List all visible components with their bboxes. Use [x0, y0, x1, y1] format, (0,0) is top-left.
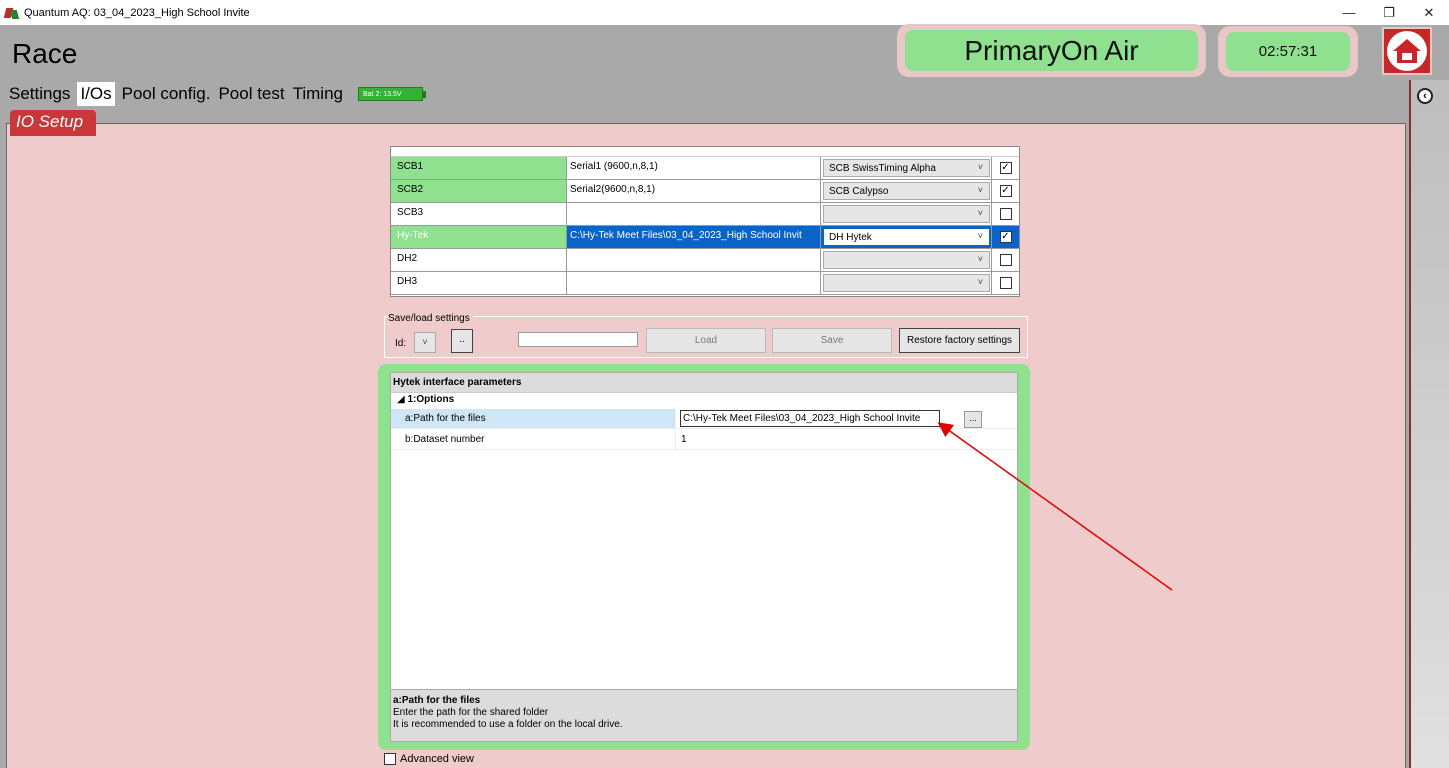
advanced-view-label: Advanced view	[400, 753, 474, 765]
device-select[interactable]: ˅	[823, 205, 990, 223]
property-value[interactable]: 1	[676, 430, 1017, 449]
chevron-down-icon: ˅	[977, 231, 983, 241]
property-grid-title: Hytek interface parameters	[391, 373, 1017, 393]
io-path[interactable]: Serial2(9600,n,8,1)	[567, 180, 821, 202]
io-name: Hy-Tek	[391, 226, 567, 248]
description-line: Enter the path for the shared folder	[393, 707, 549, 718]
io-name: DH3	[391, 272, 567, 294]
io-name: SCB2	[391, 180, 567, 202]
property-description: a:Path for the files Enter the path for …	[391, 689, 1017, 741]
property-key: a:Path for the files	[391, 409, 676, 428]
chevron-down-icon: ˅	[977, 277, 983, 287]
maximize-button[interactable]: ❐	[1369, 0, 1409, 25]
clock-time: 02:57:31	[1226, 32, 1350, 71]
window-controls: — ❐ ✕	[1329, 0, 1449, 25]
tab-pool-test[interactable]: Pool test	[217, 82, 285, 106]
main-tabs: Settings I/Os Pool config. Pool test Tim…	[8, 80, 426, 108]
chevron-down-icon: ˅	[977, 162, 983, 172]
property-value: C:\Hy-Tek Meet Files\03_04_2023_High Sch…	[676, 409, 1017, 428]
tab-ios[interactable]: I/Os	[77, 82, 115, 106]
window-title: Quantum AQ: 03_04_2023_High School Invit…	[24, 6, 250, 19]
enable-checkbox[interactable]: ✓	[999, 162, 1012, 174]
save-button[interactable]: Save	[772, 328, 892, 353]
minimize-button[interactable]: —	[1329, 0, 1369, 25]
io-path[interactable]: C:\Hy-Tek Meet Files\03_04_2023_High Sch…	[567, 226, 821, 248]
window-titlebar: Quantum AQ: 03_04_2023_High School Invit…	[0, 0, 1449, 25]
device-select[interactable]: SCB Calypso ˅	[823, 182, 990, 200]
device-select[interactable]: SCB SwissTiming Alpha ˅	[823, 159, 990, 177]
tab-settings[interactable]: Settings	[8, 82, 71, 106]
description-line: It is recommended to use a folder on the…	[393, 719, 623, 730]
id-label: Id:	[395, 338, 407, 349]
hytek-panel: Hytek interface parameters ◢ 1:Options a…	[378, 364, 1030, 750]
description-title: a:Path for the files	[393, 695, 481, 706]
browse-button[interactable]: ...	[964, 411, 982, 428]
enable-checkbox[interactable]: ✓	[999, 231, 1012, 243]
load-button[interactable]: Load	[646, 328, 766, 353]
enable-checkbox[interactable]	[999, 254, 1012, 266]
table-row[interactable]: Hy-Tek C:\Hy-Tek Meet Files\03_04_2023_H…	[391, 226, 1019, 249]
saveload-group: Save/load settings Id: ˅ .. Load Save Re…	[384, 313, 1028, 358]
io-path[interactable]	[567, 249, 821, 271]
onair-status: PrimaryOn Air	[897, 24, 1206, 77]
io-path[interactable]	[567, 203, 821, 225]
home-icon	[1387, 31, 1427, 71]
onair-label: PrimaryOn Air	[905, 30, 1198, 71]
io-name: SCB3	[391, 203, 567, 225]
section-title: IO Setup	[10, 110, 96, 136]
io-path[interactable]: Serial1 (9600,n,8,1)	[567, 157, 821, 179]
id-browse-button[interactable]: ..	[451, 329, 473, 353]
property-row[interactable]: a:Path for the files C:\Hy-Tek Meet File…	[391, 409, 1017, 429]
table-header	[391, 147, 1019, 157]
table-row[interactable]: DH2 ˅	[391, 249, 1019, 272]
io-name: SCB1	[391, 157, 567, 179]
right-sidebar: ‹	[1409, 80, 1449, 768]
path-input[interactable]: C:\Hy-Tek Meet Files\03_04_2023_High Sch…	[680, 410, 940, 427]
io-table: SCB1 Serial1 (9600,n,8,1) SCB SwissTimin…	[390, 146, 1020, 297]
battery-indicator: Bat 2: 13.5V	[358, 87, 426, 101]
io-path[interactable]	[567, 272, 821, 294]
table-row[interactable]: DH3 ˅	[391, 272, 1019, 295]
property-grid: Hytek interface parameters ◢ 1:Options a…	[390, 372, 1018, 742]
category-options[interactable]: ◢ 1:Options	[391, 393, 1017, 407]
settings-name-input[interactable]	[518, 332, 638, 347]
chevron-down-icon: ˅	[977, 185, 983, 195]
io-name: DH2	[391, 249, 567, 271]
device-select[interactable]: ˅	[823, 251, 990, 269]
device-select[interactable]: DH Hytek ˅	[823, 228, 990, 246]
saveload-label: Save/load settings	[388, 313, 473, 324]
chevron-down-icon: ˅	[977, 208, 983, 218]
advanced-view-toggle[interactable]: Advanced view	[384, 753, 474, 765]
property-row[interactable]: b:Dataset number 1	[391, 430, 1017, 450]
chevron-down-icon: ˅	[977, 254, 983, 264]
table-row[interactable]: SCB3 ˅	[391, 203, 1019, 226]
property-key: b:Dataset number	[391, 430, 676, 449]
id-combo[interactable]: ˅	[414, 332, 436, 353]
enable-checkbox[interactable]	[999, 277, 1012, 289]
advanced-view-checkbox[interactable]	[384, 753, 396, 765]
enable-checkbox[interactable]	[999, 208, 1012, 220]
table-row[interactable]: SCB2 Serial2(9600,n,8,1) SCB Calypso ˅ ✓	[391, 180, 1019, 203]
app-logo-icon	[3, 6, 20, 20]
clock: 02:57:31	[1218, 26, 1358, 77]
chevron-left-icon[interactable]: ‹	[1417, 88, 1433, 104]
device-select[interactable]: ˅	[823, 274, 990, 292]
restore-factory-button[interactable]: Restore factory settings	[899, 328, 1020, 353]
tab-timing[interactable]: Timing	[292, 82, 344, 106]
page-title: Race	[12, 38, 78, 69]
table-row[interactable]: SCB1 Serial1 (9600,n,8,1) SCB SwissTimin…	[391, 157, 1019, 180]
close-button[interactable]: ✕	[1409, 0, 1449, 25]
home-button[interactable]	[1382, 27, 1432, 75]
enable-checkbox[interactable]: ✓	[999, 185, 1012, 197]
tab-pool-config[interactable]: Pool config.	[121, 82, 212, 106]
